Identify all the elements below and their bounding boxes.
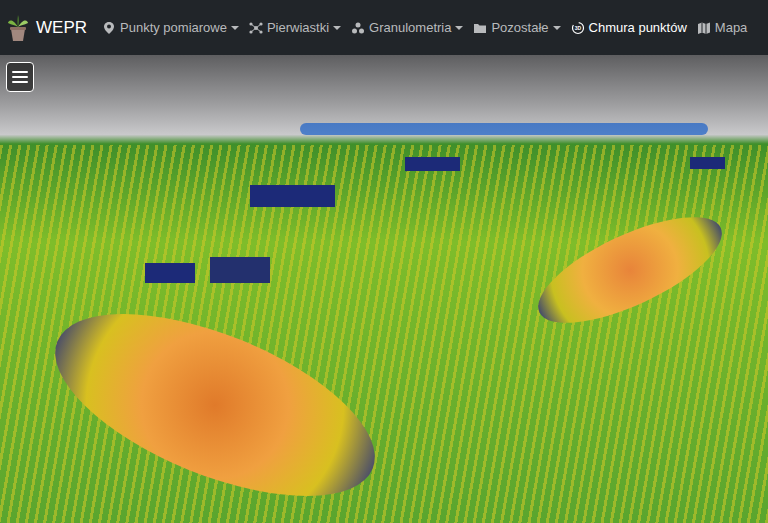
horizon-band — [300, 123, 708, 135]
plant-logo-icon — [6, 13, 30, 43]
building — [690, 157, 725, 169]
nav-item-label: Chmura punktów — [589, 18, 687, 38]
caret-down-icon — [231, 25, 239, 31]
brand-text: WEPR — [36, 15, 87, 41]
building — [405, 157, 460, 171]
menu-toggle-button[interactable] — [6, 62, 34, 92]
map-icon — [697, 21, 711, 35]
brand[interactable]: WEPR — [6, 13, 102, 43]
point-cloud-view[interactable] — [0, 55, 768, 523]
atom-icon — [249, 21, 263, 35]
nav-item-label: Punkty pomiarowe — [120, 18, 227, 38]
nav-item[interactable]: Pierwiastki — [249, 18, 341, 38]
nav-item[interactable]: Pozostałe — [473, 18, 560, 38]
nav-item-label: Mapa — [715, 18, 748, 38]
nav-item[interactable]: Granulometria — [351, 18, 463, 38]
caret-down-icon — [333, 25, 341, 31]
svg-text:3D: 3D — [574, 25, 581, 31]
pin-icon — [102, 21, 116, 35]
caret-down-icon — [455, 25, 463, 31]
nav-item[interactable]: 3D Chmura punktów — [571, 18, 687, 38]
building — [210, 257, 270, 283]
building — [145, 263, 195, 283]
nav-item-label: Pozostałe — [491, 18, 548, 38]
folder-icon — [473, 21, 487, 35]
hamburger-icon — [11, 69, 29, 85]
nav-item[interactable]: Punkty pomiarowe — [102, 18, 239, 38]
grains-icon — [351, 21, 365, 35]
navbar: WEPR Punkty pomiarowe Pierwiastki Granulom… — [0, 0, 768, 55]
nav-item-label: Granulometria — [369, 18, 451, 38]
caret-down-icon — [553, 25, 561, 31]
nav-item-label: Pierwiastki — [267, 18, 329, 38]
building — [250, 185, 335, 207]
cube3d-icon: 3D — [571, 21, 585, 35]
nav-item[interactable]: Mapa — [697, 18, 748, 38]
